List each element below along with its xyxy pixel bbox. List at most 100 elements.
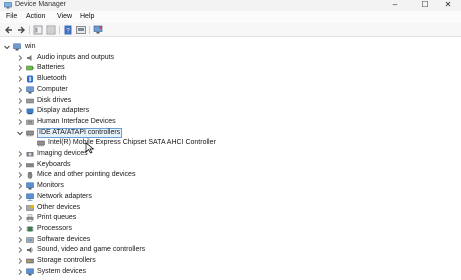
chevron-right-icon[interactable] — [16, 193, 24, 201]
device-tree: win Audio inputs and outputs Batteries Blu… — [0, 38, 461, 280]
menu-view[interactable]: View — [57, 13, 72, 20]
chevron-right-icon[interactable] — [16, 118, 24, 126]
tree-item-label: Sound, video and game controllers — [37, 246, 146, 254]
processor-icon — [26, 226, 34, 232]
chevron-right-icon[interactable] — [16, 214, 24, 222]
tree-item-bluetooth[interactable]: Bluetooth — [0, 74, 461, 84]
hid-icon — [26, 119, 34, 125]
display-adapter-icon — [26, 108, 34, 115]
chevron-right-icon[interactable] — [16, 246, 24, 254]
chevron-right-icon[interactable] — [16, 107, 24, 115]
tree-item-storage-controllers[interactable]: Storage controllers — [0, 256, 461, 266]
minimize-button[interactable]: – — [380, 0, 410, 11]
tree-item-monitors[interactable]: Monitors — [0, 181, 461, 191]
tree-item-label: Audio inputs and outputs — [37, 53, 115, 61]
tree-item-label: Storage controllers — [37, 257, 96, 264]
window-title: Device Manager — [15, 1, 66, 8]
chevron-right-icon[interactable] — [16, 257, 24, 265]
ide-controller-icon — [37, 141, 45, 147]
menu-action[interactable]: Action — [26, 13, 45, 20]
chevron-down-icon[interactable] — [3, 43, 11, 51]
mouse-cursor — [85, 142, 95, 154]
toolbar: ? — [0, 23, 461, 37]
device-view-icon[interactable] — [76, 25, 86, 35]
monitor-icon[interactable] — [93, 25, 103, 35]
tree-item-mice-and-other-pointing-devices[interactable]: Mice and other pointing devices — [0, 170, 461, 180]
tree-item-human-interface-devices[interactable]: Human Interface Devices — [0, 117, 461, 127]
tree-item-keyboards[interactable]: Keyboards — [0, 160, 461, 170]
tree-item-print-queues[interactable]: Print queues — [0, 213, 461, 223]
tree-item-label: System devices — [37, 267, 87, 275]
tree-item-disk-drives[interactable]: Disk drives — [0, 96, 461, 106]
tree-item-label: Mice and other pointing devices — [37, 171, 136, 179]
tree-item-batteries[interactable]: Batteries — [0, 63, 461, 73]
printer-icon — [26, 214, 34, 222]
tree-item-imaging-devices[interactable]: Imaging devices — [0, 149, 461, 159]
disk-icon — [26, 98, 34, 103]
tree-item-sound-video-and-game-controllers[interactable]: Sound, video and game controllers — [0, 245, 461, 255]
menu-bar: File Action View Help — [0, 11, 461, 23]
tree-item-label: Monitors — [37, 182, 64, 190]
tree-item-label: Display adapters — [37, 107, 90, 115]
properties-icon[interactable] — [33, 25, 43, 35]
tree-item-processors[interactable]: Processors — [0, 224, 461, 234]
menu-file[interactable]: File — [6, 13, 17, 20]
chevron-right-icon[interactable] — [16, 64, 24, 72]
tree-item-display-adapters[interactable]: Display adapters — [0, 106, 461, 116]
chevron-right-icon[interactable] — [16, 150, 24, 158]
tree-root[interactable]: win — [0, 42, 461, 52]
title-bar: Device Manager – ☐ ✕ — [0, 0, 461, 11]
tree-item-label: Software devices — [37, 235, 91, 243]
back-arrow-icon[interactable] — [4, 25, 14, 35]
menu-help[interactable]: Help — [80, 13, 94, 20]
tree-item-label: Processors — [37, 224, 73, 232]
tree-child-intel-r-mobile-express-chipset-sata-ahci-controller[interactable]: Intel(R) Mobile Express Chipset SATA AHC… — [0, 138, 461, 148]
chevron-right-icon[interactable] — [16, 97, 24, 105]
tree-item-label: Network adapters — [37, 192, 92, 200]
tree-item-system-devices[interactable]: System devices — [0, 267, 461, 277]
computer-icon — [26, 86, 34, 94]
other-devices-icon — [26, 204, 34, 211]
tree-item-computer[interactable]: Computer — [0, 85, 461, 95]
chevron-down-icon[interactable] — [16, 129, 24, 137]
mouse-icon — [27, 172, 33, 180]
tree-item-ide-ata-atapi-controllers[interactable]: IDE ATA/ATAPI controllers — [0, 127, 461, 138]
sound-icon — [27, 247, 34, 254]
tree-item-label: Keyboards — [37, 160, 71, 168]
close-button[interactable]: ✕ — [433, 0, 461, 11]
tree-item-label: IDE ATA/ATAPI controllers — [37, 127, 123, 138]
storage-icon — [26, 258, 34, 264]
tree-item-software-devices[interactable]: Software devices — [0, 235, 461, 245]
chevron-right-icon[interactable] — [16, 161, 24, 169]
system-devices-icon — [26, 268, 34, 276]
tree-item-label: Batteries — [37, 64, 65, 72]
help-icon[interactable]: ? — [63, 25, 73, 35]
chevron-right-icon[interactable] — [16, 225, 24, 233]
camera-icon — [26, 152, 34, 157]
speaker-icon — [27, 54, 32, 61]
tree-item-label: Computer — [37, 85, 68, 93]
battery-icon — [26, 66, 34, 71]
bluetooth-icon — [27, 75, 33, 83]
chevron-right-icon[interactable] — [16, 86, 24, 94]
tree-item-label: Imaging devices — [37, 150, 88, 157]
tree-item-audio-inputs-and-outputs[interactable]: Audio inputs and outputs — [0, 53, 461, 63]
chevron-right-icon[interactable] — [16, 54, 24, 62]
tree-item-network-adapters[interactable]: Network adapters — [0, 192, 461, 202]
chevron-right-icon[interactable] — [16, 171, 24, 179]
chevron-right-icon[interactable] — [16, 268, 24, 276]
device-manager-icon — [4, 2, 12, 9]
console-tree-icon[interactable] — [46, 25, 56, 35]
tree-item-label: Print queues — [37, 214, 77, 222]
chevron-right-icon[interactable] — [16, 75, 24, 83]
computer-icon — [13, 43, 21, 51]
tree-item-other-devices[interactable]: Other devices — [0, 203, 461, 213]
chevron-right-icon[interactable] — [16, 236, 24, 244]
tree-item-label: Human Interface Devices — [37, 117, 116, 125]
software-device-icon — [26, 236, 34, 243]
chevron-right-icon[interactable] — [16, 204, 24, 212]
chevron-right-icon[interactable] — [16, 182, 24, 190]
tree-item-label: Bluetooth — [37, 75, 67, 83]
forward-arrow-icon[interactable] — [16, 25, 26, 35]
tree-item-label: Other devices — [37, 203, 81, 211]
